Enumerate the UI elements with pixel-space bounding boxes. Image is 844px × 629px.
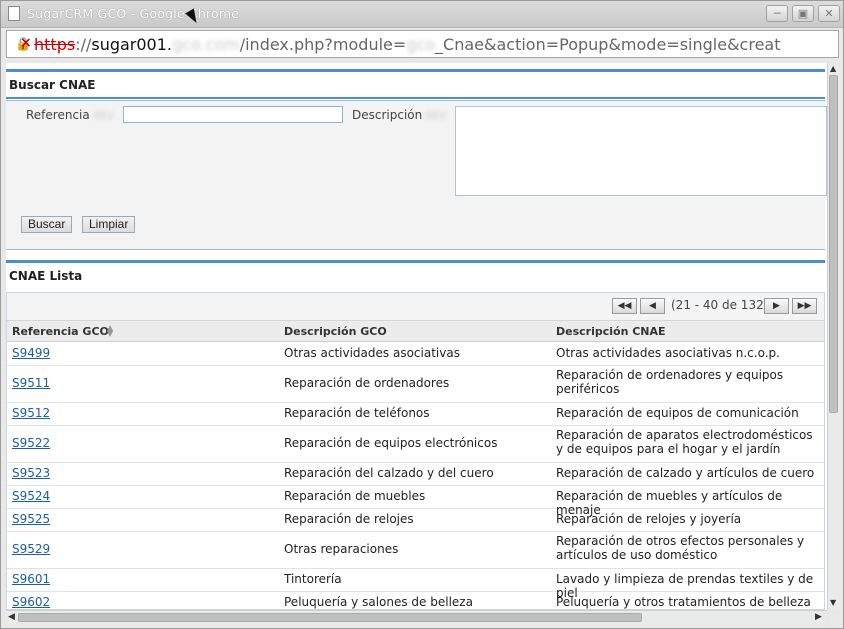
table-row: S9525 Reparación de relojes Reparación de … [7,508,824,532]
table-row: S9524 Reparación de muebles Reparación de … [7,485,824,517]
row-descripcion-cnae: Reparación de ordenadores y equipos peri… [556,368,784,396]
table-row: S9602 Peluquería y salones de belleza Pelu… [7,591,824,610]
search-header-underline [6,97,825,99]
scroll-left-icon[interactable]: ◀ [8,612,15,622]
row-descripcion-cnae: Reparación de aparatos electrodomésticos… [556,428,813,456]
row-reference-link[interactable]: S9523 [12,466,50,480]
insecure-x-icon: × [20,35,32,51]
row-descripcion-cnae: Reparación de relojes y joyería [556,512,742,526]
column-header-descripcion-cnae[interactable]: Descripción CNAE [556,325,666,338]
minimize-icon: ─ [773,7,781,20]
first-page-button[interactable]: ◀◀ [612,298,637,314]
first-page-icon: ◀◀ [617,301,632,311]
table-row: S9512 Reparación de teléfonos Reparación d… [7,402,824,426]
results-table: ◀◀ ◀ (21 - 40 de 132) ▶ ▶▶ Referencia GC… [6,292,825,610]
minimize-button[interactable]: ─ [766,5,788,22]
row-descripcion-gco: Reparación de teléfonos [284,406,430,420]
row-descripcion-gco: Reparación de ordenadores [284,376,450,390]
horizontal-scroll-thumb[interactable] [18,613,642,622]
row-descripcion-gco: Reparación del calzado y del cuero [284,466,494,480]
sort-icon[interactable]: ▲ ▼ [107,324,113,338]
descripcion-label: Descripción REV [352,108,447,122]
row-reference-link[interactable]: S9602 [12,595,50,609]
url-text[interactable]: https://sugar001.gco.com/index.php?modul… [34,35,781,54]
list-section-title: CNAE Lista [9,269,83,283]
search-form: Referencia REV Descripción REV Buscar Li… [6,100,827,250]
last-page-button[interactable]: ▶▶ [792,298,817,314]
close-button[interactable]: ✕ [818,5,840,22]
referencia-input[interactable] [123,106,343,123]
address-bar[interactable]: 🔒 × https://sugar001.gco.com/index.php?m… [6,30,839,58]
search-section-title: Buscar CNAE [9,78,96,92]
prev-page-icon: ◀ [649,301,656,311]
search-header-line [6,69,825,72]
row-descripcion-gco: Tintorería [284,572,342,586]
document-icon [8,6,20,21]
descripcion-textarea[interactable] [455,106,827,196]
pagination-bar: ◀◀ ◀ (21 - 40 de 132) ▶ ▶▶ [7,293,824,321]
row-reference-link[interactable]: S9522 [12,436,50,450]
row-descripcion-gco: Peluquería y salones de belleza [284,595,473,609]
row-reference-link[interactable]: S9512 [12,406,50,420]
next-page-button[interactable]: ▶ [764,298,789,314]
clear-button[interactable]: Limpiar [82,216,136,233]
row-descripcion-cnae: Otras actividades asociativas n.c.o.p. [556,346,780,360]
row-descripcion-cnae: Peluquería y otros tratamientos de belle… [556,595,811,609]
prev-page-button[interactable]: ◀ [640,298,665,314]
row-reference-link[interactable]: S9524 [12,489,50,503]
table-row: S9601 Tintorería Lavado y limpieza de pren… [7,568,824,600]
column-header-referencia[interactable]: Referencia GCO [12,325,109,338]
row-descripcion-gco: Otras reparaciones [284,542,399,556]
row-descripcion-gco: Otras actividades asociativas [284,346,460,360]
table-row: S9523 Reparación del calzado y del cuero R… [7,462,824,486]
table-row: S9511 Reparación de ordenadores Reparación… [7,365,824,403]
table-header: Referencia GCO ▲ ▼ Descripción GCO Descri… [7,321,824,342]
vertical-scroll-thumb[interactable] [829,75,838,413]
row-reference-link[interactable]: S9601 [12,572,50,586]
pagination-info: (21 - 40 de 132) [671,298,769,312]
row-reference-link[interactable]: S9525 [12,512,50,526]
row-reference-link[interactable]: S9511 [12,376,50,390]
page-content: Buscar CNAE Referencia REV Descripción R… [6,63,827,610]
horizontal-scrollbar[interactable]: ◀ ▶ [6,610,827,625]
row-descripcion-cnae: Reparación de equipos de comunicación [556,406,799,420]
next-page-icon: ▶ [773,301,780,311]
table-row: S9529 Otras reparaciones Reparación de otr… [7,531,824,569]
last-page-icon: ▶▶ [797,301,812,311]
vertical-scrollbar[interactable]: ▲ ▼ [827,63,840,610]
referencia-label: Referencia REV [26,108,114,122]
scroll-down-icon[interactable]: ▼ [830,598,836,607]
column-header-descripcion-gco[interactable]: Descripción GCO [284,325,387,338]
maximize-icon: ▣ [797,7,809,20]
row-reference-link[interactable]: S9499 [12,346,50,360]
window-title: SugarCRM GCO - Google Chrome [27,6,240,21]
title-bar[interactable]: SugarCRM GCO - Google Chrome ─ ▣ ✕ [1,1,843,28]
row-descripcion-cnae: Reparación de calzado y artículos de cue… [556,466,815,480]
scroll-up-icon[interactable]: ▲ [830,64,836,73]
row-reference-link[interactable]: S9529 [12,542,50,556]
maximize-button[interactable]: ▣ [792,5,814,22]
list-header-line [6,260,825,263]
scroll-right-icon[interactable]: ▶ [815,612,822,622]
row-descripcion-gco: Reparación de muebles [284,489,426,503]
close-icon: ✕ [824,7,834,20]
row-descripcion-gco: Reparación de equipos electrónicos [284,436,498,450]
search-button[interactable]: Buscar [21,216,73,233]
table-row: S9522 Reparación de equipos electrónicos R… [7,425,824,463]
row-descripcion-cnae: Reparación de otros efectos personales y… [556,534,805,562]
row-descripcion-gco: Reparación de relojes [284,512,414,526]
table-row: S9499 Otras actividades asociativas Otras … [7,342,824,366]
browser-window: SugarCRM GCO - Google Chrome ─ ▣ ✕ 🔒 × h… [0,0,844,629]
